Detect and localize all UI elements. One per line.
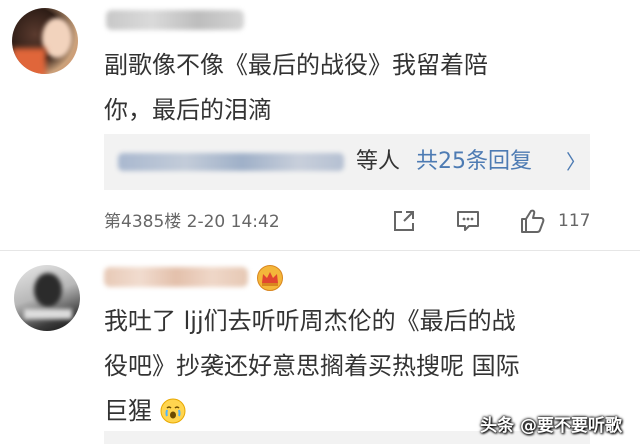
avatar[interactable] bbox=[14, 265, 80, 331]
like-count: 117 bbox=[558, 211, 591, 231]
comment-text-line: 役吧》抄袭还好意思搁着买热搜呢 国际 bbox=[104, 352, 520, 380]
reply-suffix: 等人 bbox=[356, 149, 401, 174]
avatar[interactable] bbox=[12, 8, 78, 74]
comment-text-line: 副歌像不像《最后的战役》我留着陪 bbox=[104, 51, 488, 79]
username-blurred[interactable] bbox=[106, 10, 244, 30]
chevron-right-icon: 〉 bbox=[566, 150, 586, 174]
reply-usernames-blurred bbox=[118, 153, 344, 171]
comment-text-line: 你，最后的泪滴 bbox=[104, 96, 272, 124]
reply-preview[interactable]: 等人 共25条回复 〉 bbox=[104, 134, 590, 190]
share-icon bbox=[394, 211, 414, 231]
watermark: 头条 @要不要听歌 bbox=[480, 416, 622, 436]
comment-text-line: 我吐了 ljj们去听听周杰伦的《最后的战 bbox=[104, 307, 516, 335]
comment-item-1: 副歌像不像《最后的战役》我留着陪 你，最后的泪滴 等人 共25条回复 〉 第43… bbox=[0, 0, 640, 248]
comment-icon bbox=[457, 211, 479, 231]
comment-meta: 第4385楼 2-20 14:42 bbox=[104, 212, 280, 232]
view-replies-link[interactable]: 共25条回复 bbox=[416, 147, 532, 177]
like-icon bbox=[521, 209, 545, 233]
like-button[interactable]: 117 bbox=[518, 207, 590, 235]
username-blurred[interactable] bbox=[104, 267, 248, 287]
comment-text: 副歌像不像《最后的战役》我留着陪 你，最后的泪滴 bbox=[104, 43, 604, 133]
share-button[interactable] bbox=[391, 208, 417, 234]
crying-emoji-icon bbox=[160, 398, 186, 424]
comment-button[interactable] bbox=[455, 208, 481, 234]
crown-icon bbox=[257, 265, 283, 291]
